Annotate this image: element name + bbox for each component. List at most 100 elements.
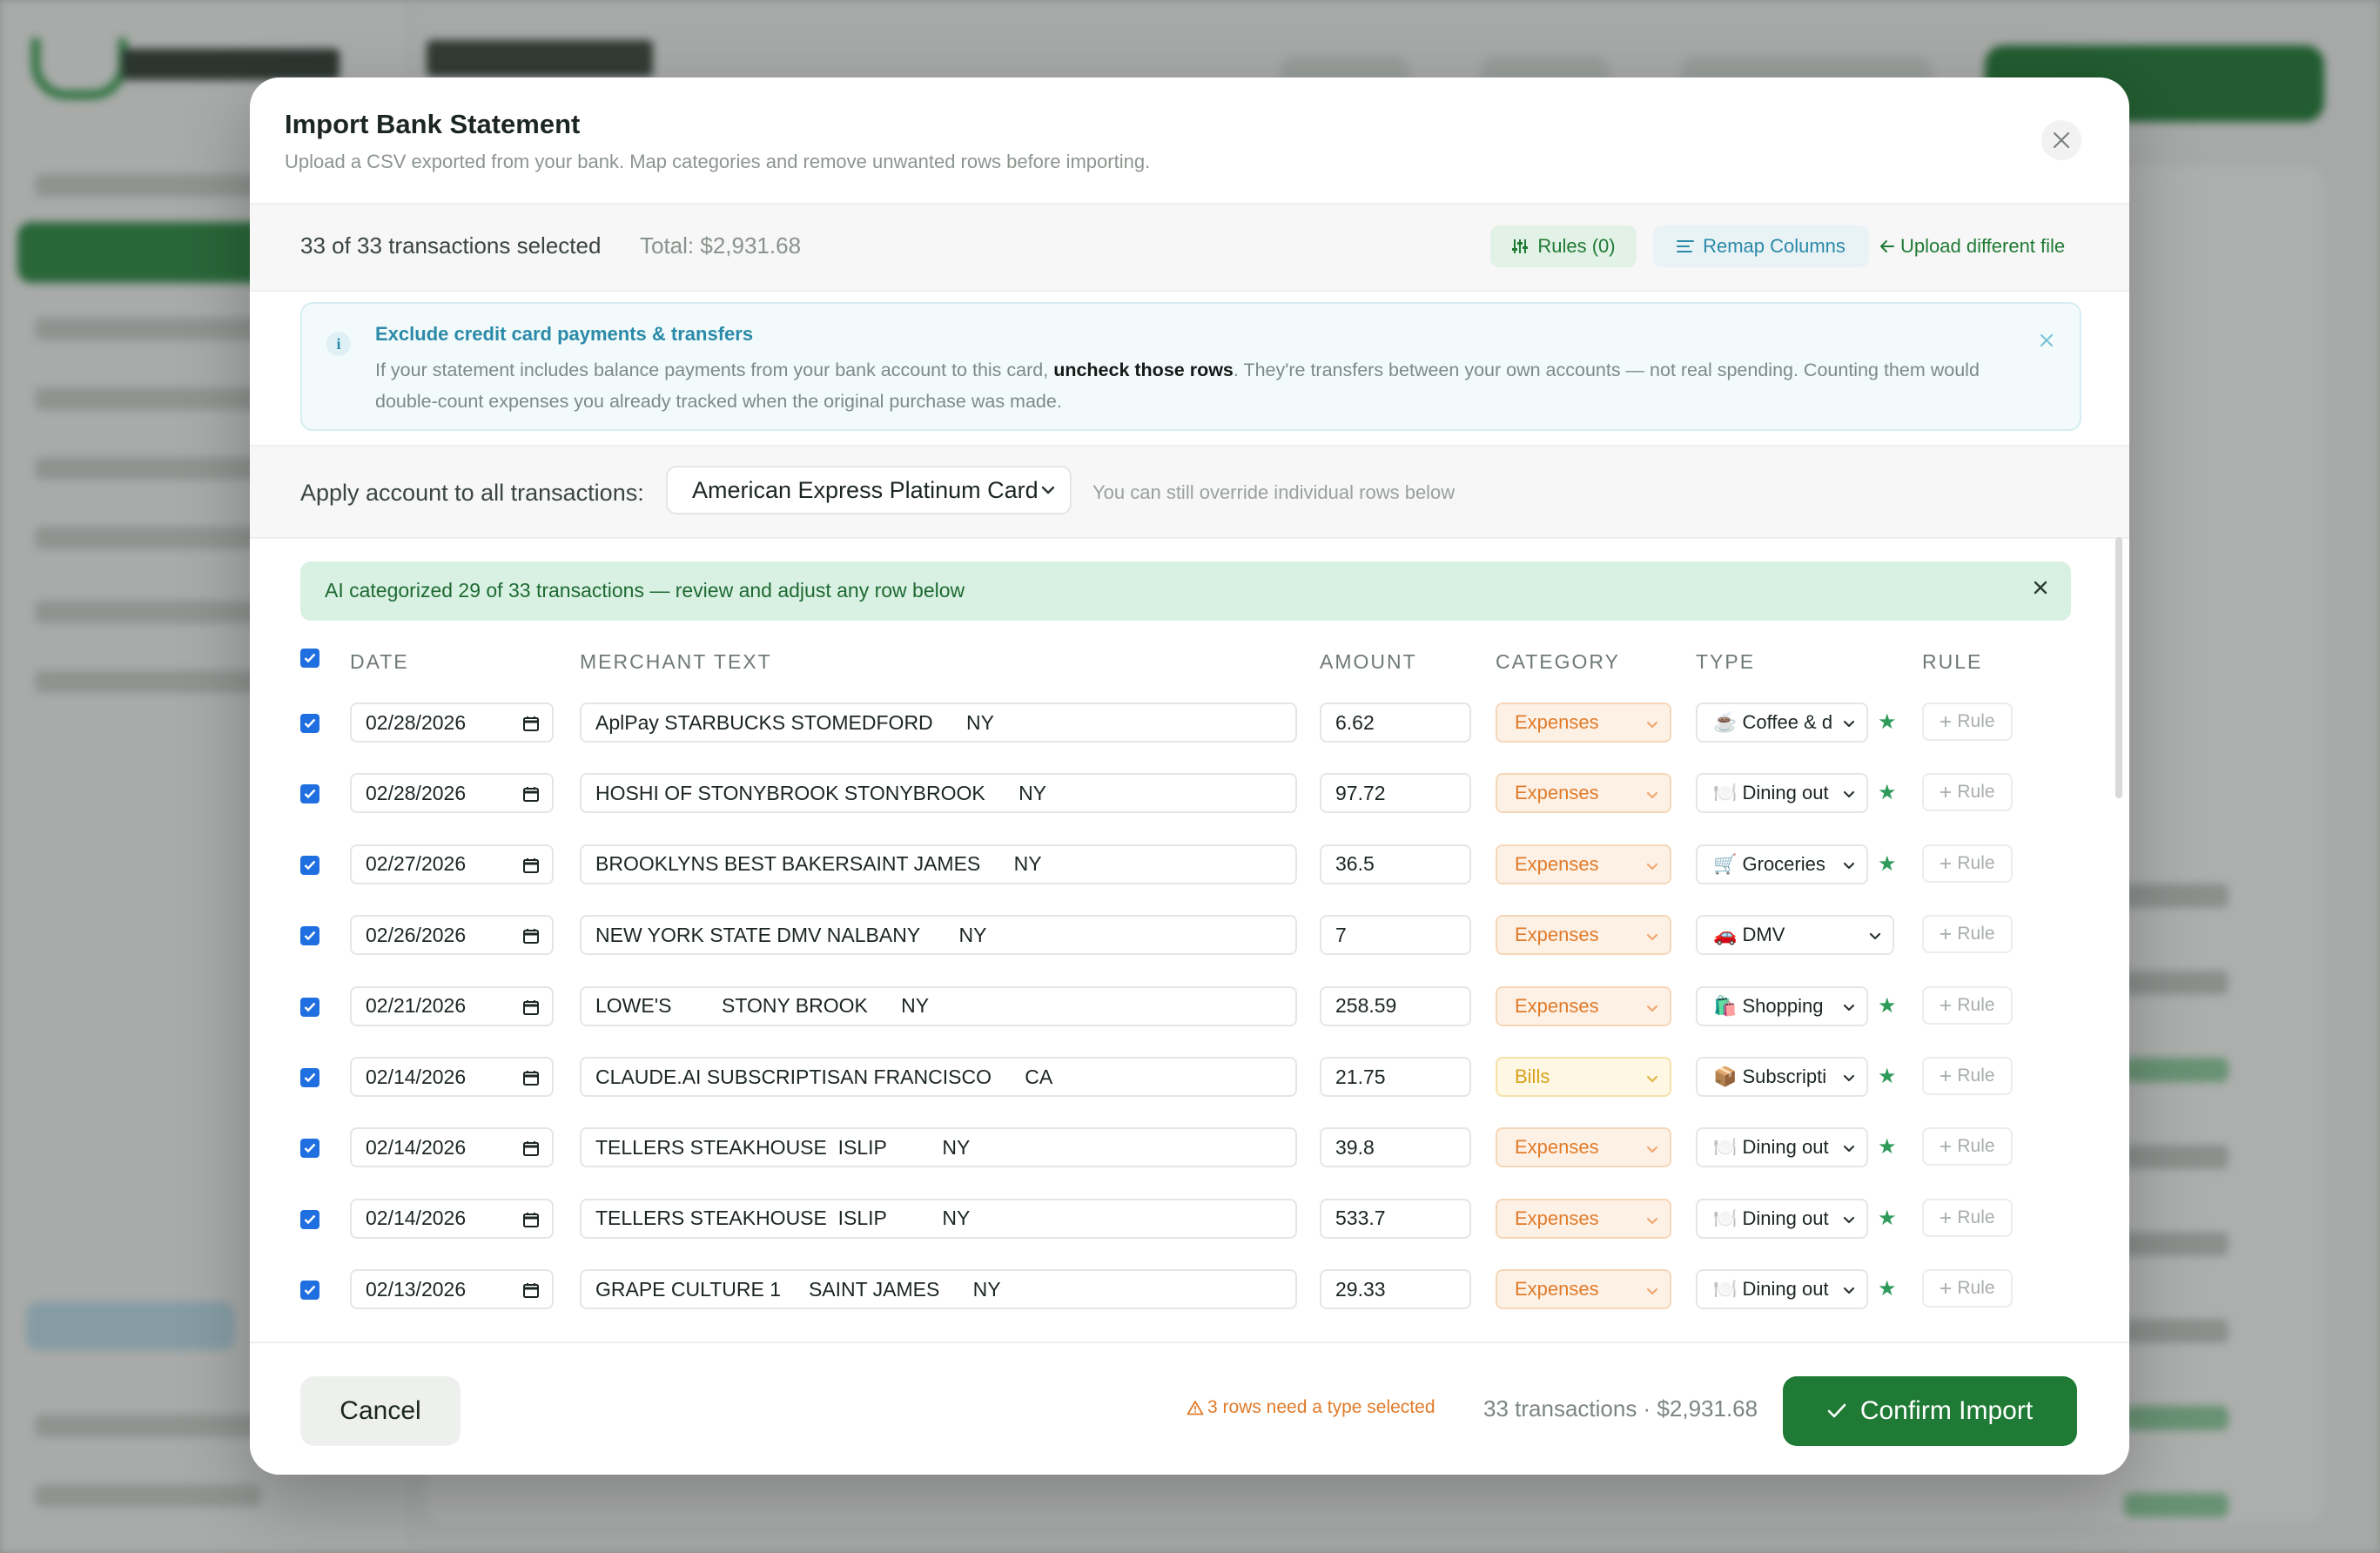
amount-input[interactable]: 21.75 [1320, 1057, 1471, 1097]
row-checkbox[interactable] [300, 1281, 319, 1301]
row-checkbox[interactable] [300, 997, 319, 1017]
type-select[interactable]: 🛒 Groceries [1696, 844, 1868, 884]
calendar-icon[interactable] [522, 715, 540, 732]
type-select[interactable]: 🚗 DMV [1696, 915, 1894, 956]
date-input[interactable]: 02/13/2026 [350, 1269, 554, 1310]
amount-input[interactable]: 7 [1320, 915, 1471, 956]
add-rule-button[interactable]: Rule [1922, 915, 2013, 954]
amount-value: 29.33 [1335, 1277, 1386, 1301]
modal-subtitle: Upload a CSV exported from your bank. Ma… [285, 151, 1151, 172]
account-label: Apply account to all transactions: [300, 480, 644, 506]
add-rule-button[interactable]: Rule [1922, 985, 2013, 1025]
amount-value: 533.7 [1335, 1207, 1386, 1230]
type-value: ☕ Coffee & d [1713, 711, 1833, 733]
chevron-down-icon [1646, 934, 1658, 941]
row-checkbox[interactable] [300, 1068, 319, 1087]
category-select[interactable]: Expenses [1496, 773, 1671, 814]
amount-input[interactable]: 29.33 [1320, 1269, 1471, 1310]
amount-input[interactable]: 258.59 [1320, 985, 1471, 1026]
calendar-icon[interactable] [522, 1211, 540, 1228]
calendar-icon[interactable] [522, 1281, 540, 1299]
row-checkbox[interactable] [300, 1139, 319, 1159]
type-select[interactable]: 🍽️ Dining out [1696, 1269, 1868, 1310]
column-amount: AMOUNT [1320, 650, 1417, 673]
calendar-icon[interactable] [522, 1140, 540, 1157]
add-rule-button[interactable]: Rule [1922, 1269, 2013, 1308]
add-rule-button[interactable]: Rule [1922, 703, 2013, 741]
row-checkbox[interactable] [300, 1209, 319, 1229]
close-icon [2034, 581, 2047, 595]
calendar-icon[interactable] [522, 857, 540, 874]
add-rule-button[interactable]: Rule [1922, 1057, 2013, 1095]
amount-input[interactable]: 6.62 [1320, 703, 1471, 743]
row-checkbox[interactable] [300, 855, 319, 875]
type-value: 🍽️ Dining out [1713, 1136, 1829, 1159]
calendar-icon[interactable] [522, 927, 540, 945]
category-select[interactable]: Expenses [1496, 703, 1671, 743]
type-select[interactable]: ☕ Coffee & d [1696, 703, 1868, 743]
calendar-icon[interactable] [522, 1069, 540, 1086]
amount-input[interactable]: 97.72 [1320, 773, 1471, 814]
remap-columns-button[interactable]: Remap Columns [1653, 225, 1869, 267]
merchant-input[interactable]: TELLERS STEAKHOUSE ISLIP NY [580, 1198, 1297, 1239]
date-input[interactable]: 02/28/2026 [350, 773, 554, 814]
cancel-button[interactable]: Cancel [300, 1376, 461, 1446]
date-input[interactable]: 02/14/2026 [350, 1057, 554, 1097]
select-all-checkbox[interactable] [300, 649, 319, 668]
date-input[interactable]: 02/28/2026 [350, 703, 554, 743]
account-select[interactable]: American Express Platinum Card [666, 466, 1072, 514]
add-rule-label: Rule [1957, 1136, 1995, 1157]
add-rule-button[interactable]: Rule [1922, 773, 2013, 812]
add-rule-button[interactable]: Rule [1922, 844, 2013, 883]
add-rule-button[interactable]: Rule [1922, 1127, 2013, 1166]
calendar-icon[interactable] [522, 785, 540, 803]
merchant-input[interactable]: GRAPE CULTURE 1 SAINT JAMES NY [580, 1269, 1297, 1310]
merchant-input[interactable]: NEW YORK STATE DMV NALBANY NY [580, 915, 1297, 956]
chevron-down-icon [1041, 486, 1055, 494]
date-input[interactable]: 02/27/2026 [350, 844, 554, 884]
amount-input[interactable]: 533.7 [1320, 1198, 1471, 1239]
confirm-import-button[interactable]: Confirm Import [1783, 1376, 2077, 1446]
chevron-down-icon [1646, 1075, 1658, 1083]
merchant-input[interactable]: HOSHI OF STONYBROOK STONYBROOK NY [580, 773, 1297, 814]
category-select[interactable]: Expenses [1496, 985, 1671, 1026]
date-input[interactable]: 02/14/2026 [350, 1198, 554, 1239]
chevron-down-icon [1843, 1004, 1855, 1011]
close-button[interactable] [2041, 120, 2081, 160]
type-select[interactable]: 🍽️ Dining out [1696, 1127, 1868, 1168]
row-checkbox[interactable] [300, 784, 319, 804]
category-select[interactable]: Expenses [1496, 1127, 1671, 1168]
category-select[interactable]: Expenses [1496, 844, 1671, 884]
category-select[interactable]: Expenses [1496, 915, 1671, 956]
category-select[interactable]: Bills [1496, 1057, 1671, 1097]
calendar-icon[interactable] [522, 998, 540, 1016]
date-input[interactable]: 02/14/2026 [350, 1127, 554, 1168]
merchant-input[interactable]: LOWE'S STONY BROOK NY [580, 985, 1297, 1026]
checkmark-icon [304, 1214, 316, 1225]
dismiss-ai-banner-button[interactable] [2033, 574, 2048, 602]
row-checkbox[interactable] [300, 714, 319, 733]
type-warning: 3 rows need a type selected [1187, 1397, 1435, 1418]
merchant-input[interactable]: CLAUDE.AI SUBSCRIPTISAN FRANCISCO CA [580, 1057, 1297, 1097]
category-select[interactable]: Expenses [1496, 1198, 1671, 1239]
amount-input[interactable]: 39.8 [1320, 1127, 1471, 1168]
dismiss-info-button[interactable] [2040, 326, 2054, 353]
merchant-input[interactable]: BROOKLYNS BEST BAKERSAINT JAMES NY [580, 844, 1297, 884]
upload-different-file-link[interactable]: Upload different file [1879, 225, 2087, 267]
date-input[interactable]: 02/26/2026 [350, 915, 554, 956]
row-checkbox[interactable] [300, 926, 319, 946]
type-select[interactable]: 📦 Subscripti [1696, 1057, 1868, 1097]
rules-button[interactable]: Rules (0) [1490, 225, 1637, 267]
scrollbar[interactable] [2115, 537, 2122, 798]
type-select[interactable]: 🍽️ Dining out [1696, 773, 1868, 814]
merchant-input[interactable]: AplPay STARBUCKS STOMEDFORD NY [580, 703, 1297, 743]
amount-input[interactable]: 36.5 [1320, 844, 1471, 884]
date-input[interactable]: 02/21/2026 [350, 985, 554, 1026]
type-select[interactable]: 🍽️ Dining out [1696, 1198, 1868, 1239]
date-value: 02/21/2026 [366, 994, 467, 1018]
transactions-scroll-area[interactable]: AI categorized 29 of 33 transactions — r… [250, 537, 2129, 1341]
category-select[interactable]: Expenses [1496, 1269, 1671, 1310]
add-rule-button[interactable]: Rule [1922, 1198, 2013, 1237]
type-select[interactable]: 🛍️ Shopping [1696, 985, 1868, 1026]
merchant-input[interactable]: TELLERS STEAKHOUSE ISLIP NY [580, 1127, 1297, 1168]
